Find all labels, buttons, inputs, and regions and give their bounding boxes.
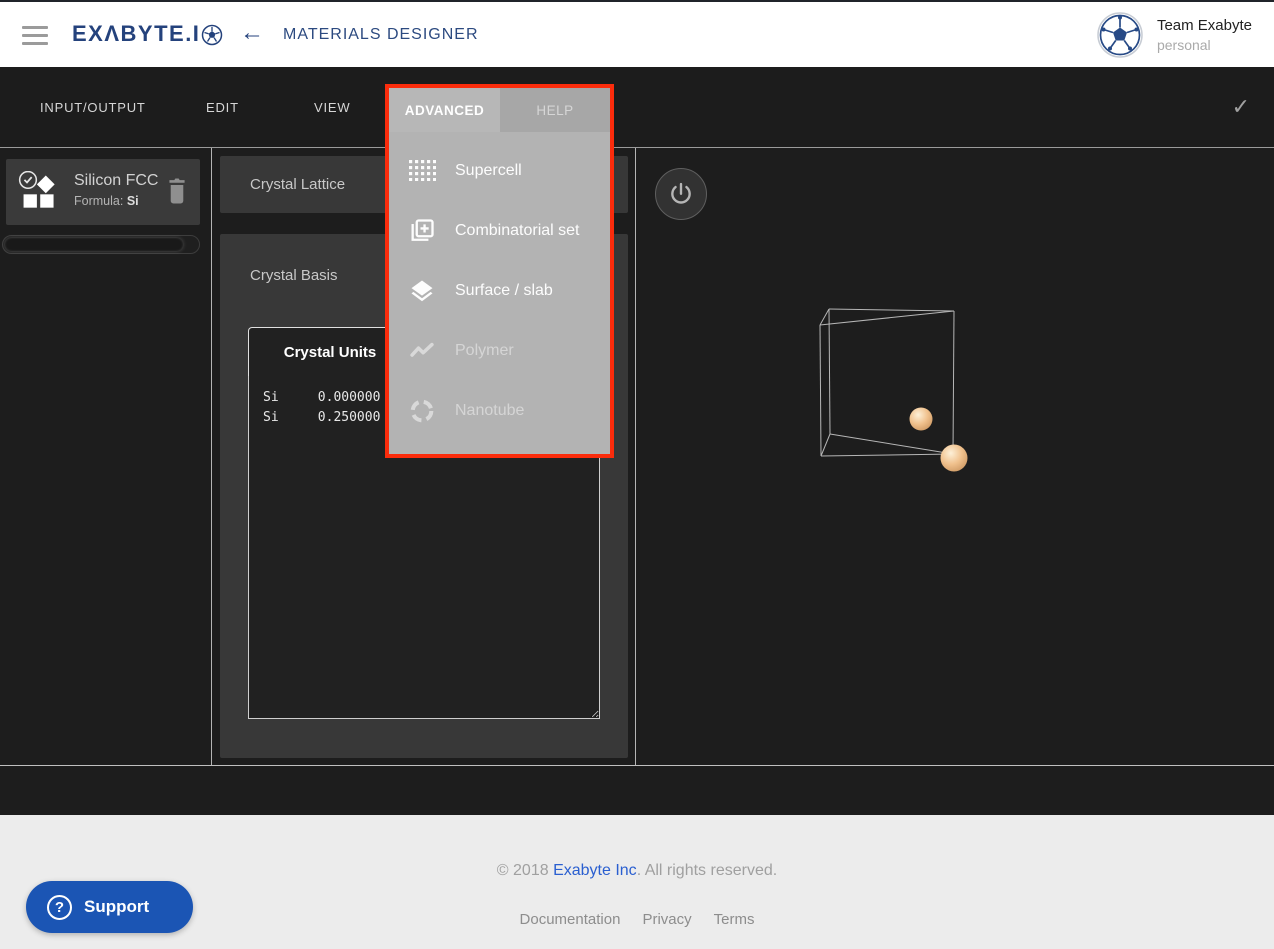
material-formula: Formula: Si — [74, 194, 139, 208]
account-labels: Team Exabyte personal — [1157, 16, 1252, 54]
menu-advanced[interactable]: ADVANCED — [389, 88, 500, 132]
copyright-prefix: © 2018 — [497, 862, 553, 879]
sidebar-divider — [211, 148, 212, 765]
crystal-basis-title: Crystal Basis — [250, 267, 338, 284]
user-name: Team Exabyte — [1157, 16, 1252, 36]
copyright-line: © 2018 Exabyte Inc. All rights reserved. — [0, 862, 1274, 880]
power-icon — [668, 181, 694, 207]
menu-item-label: Nanotube — [455, 402, 524, 420]
menu-view[interactable]: VIEW — [314, 67, 350, 147]
atom-si-2 — [941, 445, 968, 472]
menu-item-surface-slab[interactable]: Surface / slab — [389, 267, 610, 315]
menu-item-label: Polymer — [455, 342, 514, 360]
formula-value: Si — [127, 194, 139, 208]
layers-icon — [407, 276, 437, 306]
menu-item-nanotube: Nanotube — [389, 387, 610, 435]
designer-menubar: INPUT/OUTPUT EDIT VIEW ✓ — [0, 67, 1274, 147]
menu-item-combinatorial-set[interactable]: Combinatorial set — [389, 207, 610, 255]
exabyte-logo[interactable]: EXΛBYTE.I — [72, 21, 223, 47]
material-list-item-silicon-fcc[interactable]: Silicon FCC Formula: Si — [6, 159, 200, 225]
advanced-dropdown-panel: Supercell Combinatorial set — [389, 132, 610, 454]
link-terms[interactable]: Terms — [714, 911, 755, 928]
delete-material-icon[interactable] — [164, 176, 190, 206]
advanced-menu-highlight-box: ADVANCED HELP Supercell — [385, 84, 614, 458]
link-privacy[interactable]: Privacy — [642, 911, 691, 928]
menu-item-label: Surface / slab — [455, 282, 553, 300]
menu-item-label: Combinatorial set — [455, 222, 580, 240]
app-header: EXΛBYTE.I ← MATERIALS DESIGNER Team Exab… — [0, 2, 1274, 67]
logo-ball-icon — [201, 24, 223, 46]
account-menu[interactable]: Team Exabyte personal — [1097, 11, 1252, 59]
viewer-power-button[interactable] — [655, 168, 707, 220]
logo-text: EXΛBYTE.I — [72, 21, 200, 47]
materials-designer-app: EXΛBYTE.I ← MATERIALS DESIGNER Team Exab… — [0, 0, 1274, 949]
crystal-3d-viewport[interactable] — [810, 301, 980, 473]
menu-input-output[interactable]: INPUT/OUTPUT — [40, 67, 146, 147]
crystal-lattice-title: Crystal Lattice — [250, 176, 345, 193]
nanotube-circle-icon — [407, 396, 437, 426]
unit-cell-wireframe — [820, 309, 954, 456]
user-context: personal — [1157, 36, 1252, 54]
supercell-grid-icon — [407, 156, 437, 186]
menu-item-polymer: Polymer — [389, 327, 610, 375]
atom-si-1 — [910, 408, 933, 431]
sidebar-horizontal-scrollbar[interactable] — [2, 235, 200, 254]
library-add-icon — [407, 216, 437, 246]
scrollbar-thumb[interactable] — [5, 238, 183, 251]
formula-label: Formula: — [74, 194, 123, 208]
support-button[interactable]: ? Support — [26, 881, 193, 933]
material-name: Silicon FCC — [74, 172, 158, 190]
polymer-zigzag-icon — [407, 336, 437, 366]
content-area: Silicon FCC Formula: Si Crystal Lattice … — [0, 147, 1274, 766]
company-link[interactable]: Exabyte Inc — [553, 862, 637, 879]
hamburger-menu-icon[interactable] — [22, 26, 48, 45]
editor-viewer-divider — [635, 148, 636, 765]
accept-check-icon[interactable]: ✓ — [1232, 67, 1250, 147]
help-question-icon: ? — [47, 895, 72, 920]
team-avatar-icon — [1097, 12, 1143, 58]
page-footer: © 2018 Exabyte Inc. All rights reserved.… — [0, 815, 1274, 949]
menu-item-supercell[interactable]: Supercell — [389, 147, 610, 195]
link-documentation[interactable]: Documentation — [520, 911, 621, 928]
copyright-suffix: . All rights reserved. — [637, 862, 778, 879]
material-widgets-check-icon[interactable] — [18, 171, 58, 211]
bottom-strip — [0, 767, 1274, 815]
page-title: MATERIALS DESIGNER — [283, 26, 479, 44]
menu-edit[interactable]: EDIT — [206, 67, 239, 147]
back-arrow-icon[interactable]: ← — [240, 19, 264, 47]
menu-item-label: Supercell — [455, 162, 522, 180]
support-label: Support — [84, 897, 149, 917]
menu-help[interactable]: HELP — [500, 88, 610, 132]
